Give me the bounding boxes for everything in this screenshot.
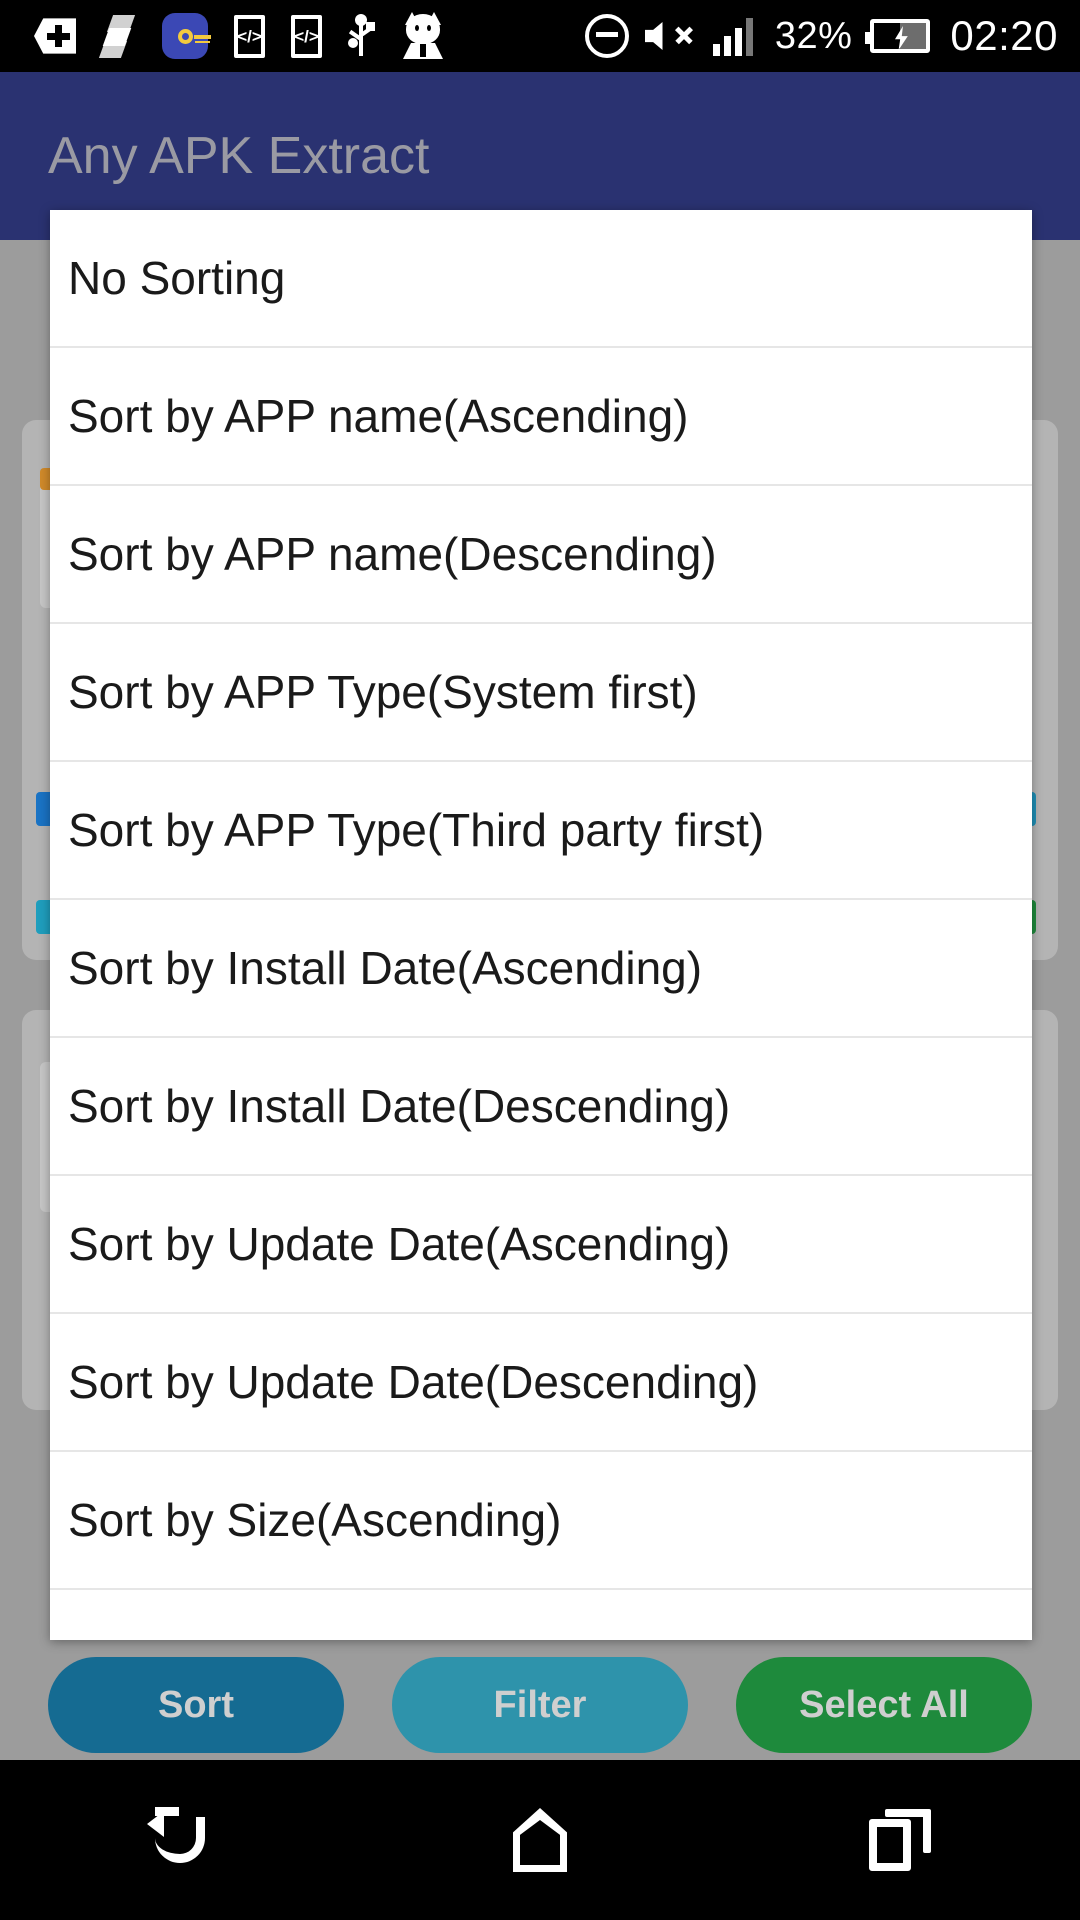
signal-strength-icon: [712, 16, 757, 56]
volume-mute-icon: [644, 16, 697, 56]
status-bar-system-icons: 32% 02:20: [584, 12, 1080, 60]
page-title: Any APK Extract: [48, 127, 430, 185]
recents-button[interactable]: [840, 1780, 960, 1900]
status-bar: </> </> 32% 02:20: [0, 0, 1080, 72]
usb-debugging-icon: [348, 14, 375, 58]
list-item-label: No Sorting: [68, 252, 286, 304]
sort-button-label: Sort: [158, 1683, 234, 1726]
list-item-label: Sort by Size(Ascending): [68, 1494, 562, 1546]
list-item-label: Sort by APP Type(System first): [68, 666, 698, 718]
list-item-label: Sort by Update Date(Descending): [68, 1356, 759, 1408]
android-screen: </> </> 32% 02:20 Any APK Extract No Sor…: [0, 0, 1080, 1920]
list-item[interactable]: Sort by Size(Ascending): [50, 1452, 1032, 1590]
battery-percent-label: 32%: [774, 14, 853, 57]
code-editor-icon-2: </>: [291, 14, 322, 58]
list-item-label: Sort by APP name(Descending): [68, 528, 717, 580]
recents-icon: [869, 1809, 931, 1871]
back-icon: [147, 1807, 213, 1873]
navigation-bar: [0, 1760, 1080, 1920]
list-item-label: Sort by Install Date(Descending): [68, 1080, 731, 1132]
bitwarden-shield-icon: [34, 15, 76, 57]
code-editor-icon-1: </>: [234, 14, 265, 58]
select-all-button[interactable]: Select All: [736, 1657, 1032, 1753]
list-item-label: Sort by APP Type(Third party first): [68, 804, 765, 856]
home-button[interactable]: [480, 1780, 600, 1900]
list-item[interactable]: Sort by APP name(Ascending): [50, 348, 1032, 486]
filter-button-label: Filter: [493, 1683, 587, 1726]
status-bar-clock: 02:20: [950, 12, 1058, 59]
list-item[interactable]: No Sorting: [50, 210, 1032, 348]
list-item[interactable]: Sort by Update Date(Descending): [50, 1314, 1032, 1452]
list-item-label: Sort by Install Date(Ascending): [68, 942, 703, 994]
battery-charging-icon: [865, 19, 931, 53]
cat-app-icon: [400, 12, 446, 59]
list-item[interactable]: Sort by Update Date(Ascending): [50, 1176, 1032, 1314]
list-item[interactable]: Sort by Install Date(Ascending): [50, 900, 1032, 1038]
list-item[interactable]: Sort by APP name(Descending): [50, 486, 1032, 624]
home-icon: [513, 1808, 567, 1872]
do-not-disturb-icon: [584, 14, 629, 58]
filter-button[interactable]: Filter: [392, 1657, 688, 1753]
list-item[interactable]: Sort by APP Type(System first): [50, 624, 1032, 762]
list-item[interactable]: Sort by Install Date(Descending): [50, 1038, 1032, 1176]
list-item-label: Sort by Update Date(Ascending): [68, 1218, 731, 1270]
list-item[interactable]: [50, 1590, 1032, 1640]
status-bar-notification-icons: </> </>: [0, 12, 585, 59]
sort-options-dialog[interactable]: No Sorting Sort by APP name(Ascending) S…: [50, 210, 1032, 1640]
back-button[interactable]: [120, 1780, 240, 1900]
bottom-action-bar: Sort Filter Select All: [0, 1650, 1080, 1760]
list-item-label: Sort by APP name(Ascending): [68, 390, 689, 442]
list-item[interactable]: Sort by APP Type(Third party first): [50, 762, 1032, 900]
sort-button[interactable]: Sort: [48, 1657, 344, 1753]
select-all-button-label: Select All: [799, 1683, 969, 1726]
password-key-icon: [162, 13, 211, 59]
substratum-icon: [98, 14, 136, 58]
